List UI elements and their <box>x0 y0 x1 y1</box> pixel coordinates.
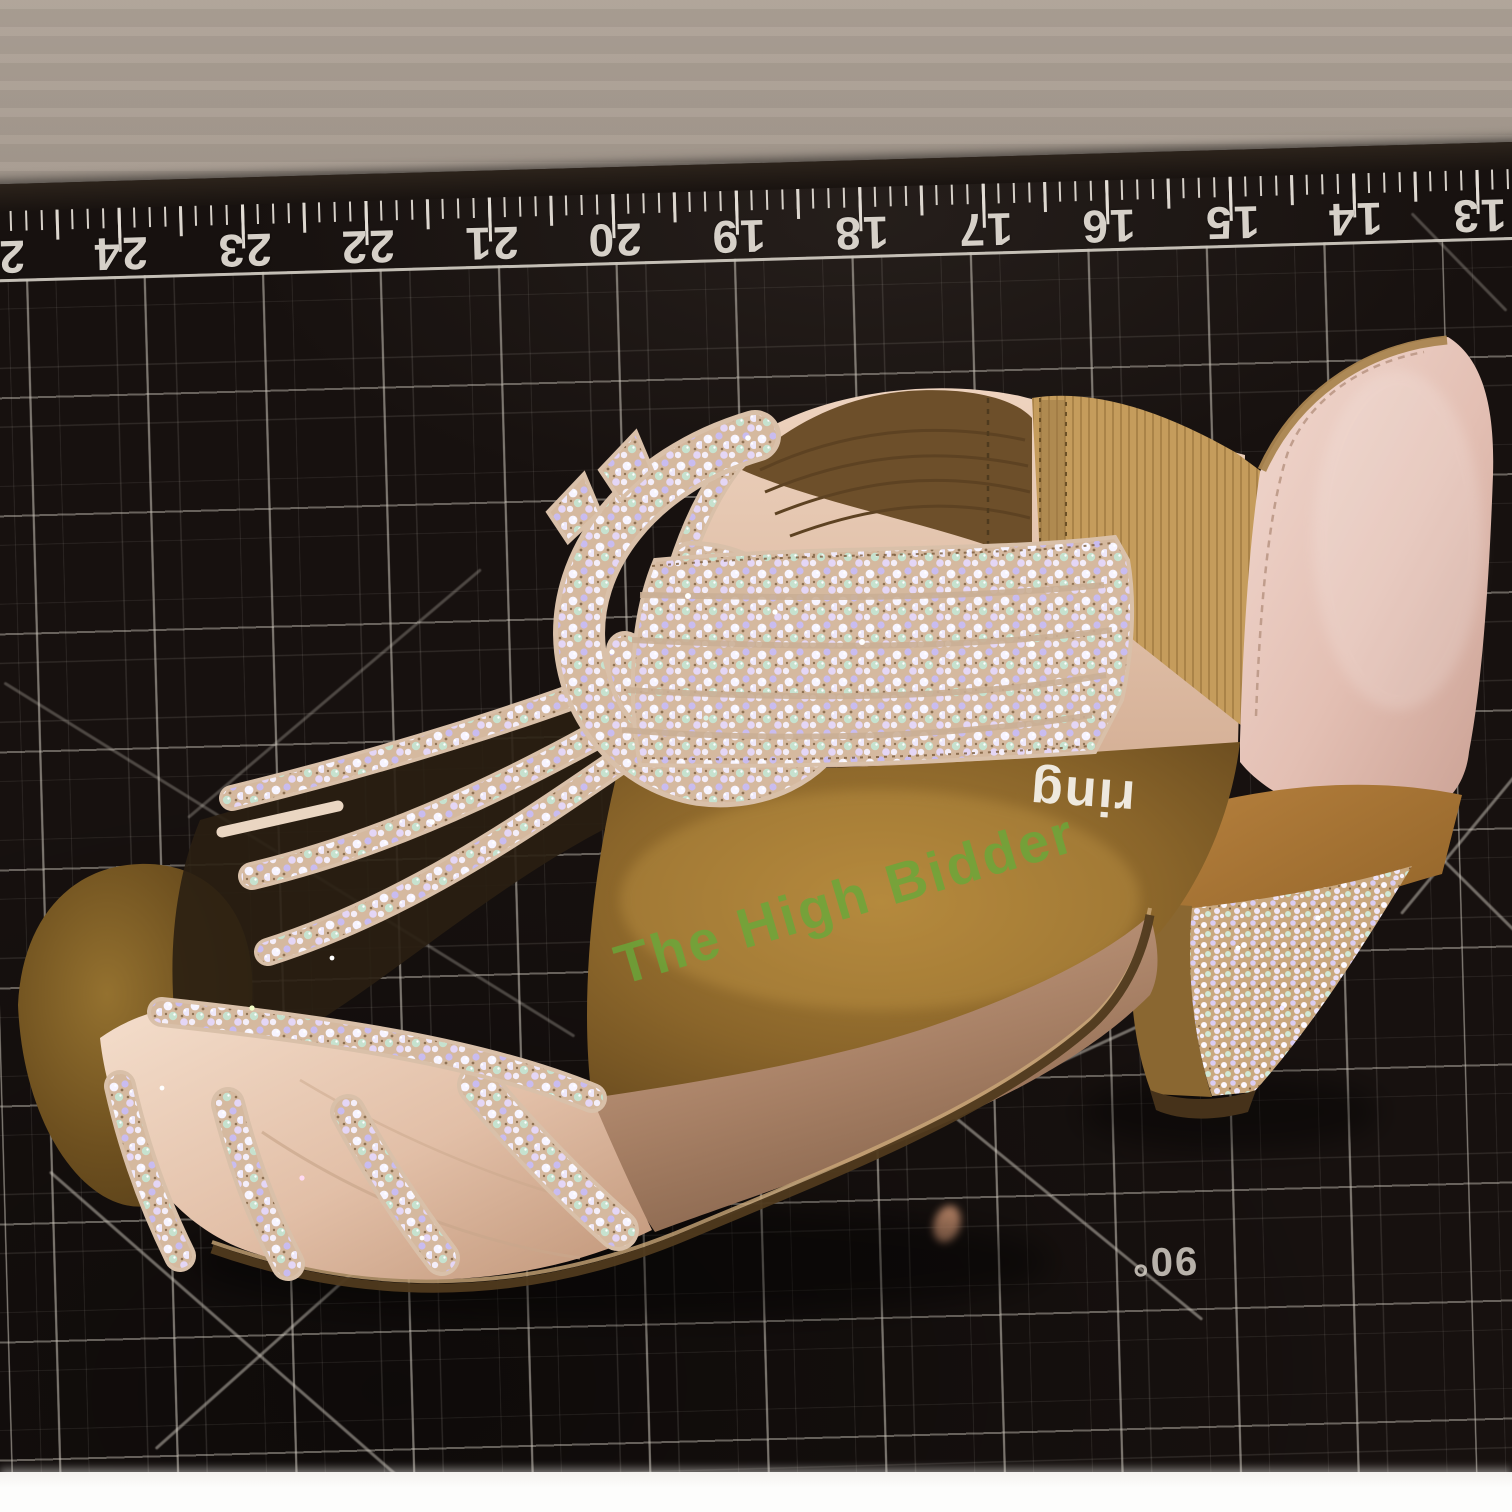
photo-scene: 25 24 23 22 21 20 19 18 17 16 15 14 13 90° <box>0 0 1512 1512</box>
heel-counter <box>1240 335 1494 821</box>
foreground-surface <box>0 1472 1512 1512</box>
ballroom-shoe-photo: The High Bidder ring <box>18 335 1494 1320</box>
insole-brand-text: ring <box>1027 762 1137 827</box>
instep-band <box>621 534 1135 768</box>
